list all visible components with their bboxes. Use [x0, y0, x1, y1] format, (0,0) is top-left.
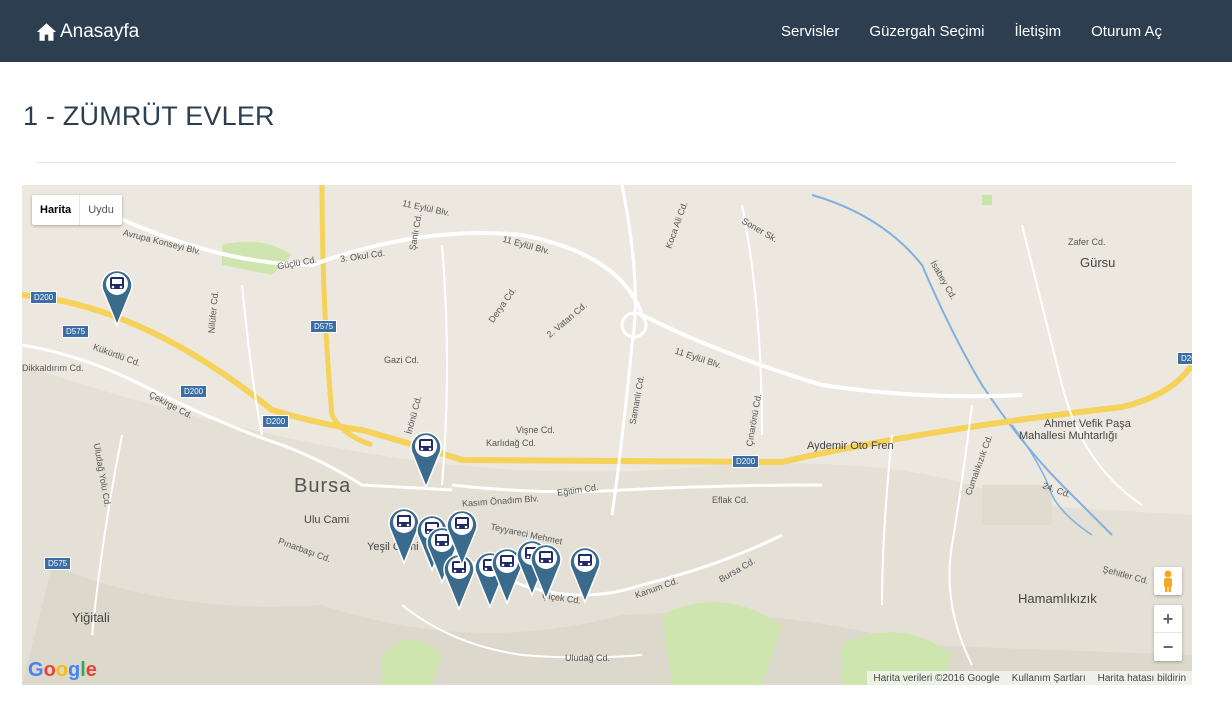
nav-iletisim[interactable]: İletişim	[1014, 23, 1061, 40]
nav-links: Servisler Güzergah Seçimi İletişim Oturu…	[751, 0, 1162, 62]
bus-icon	[419, 439, 433, 451]
bus-stop-marker[interactable]	[101, 269, 133, 327]
home-link[interactable]: Anasayfa	[36, 20, 139, 44]
attribution-data: Harita verileri ©2016 Google	[873, 672, 1000, 684]
zoom-in-button[interactable]: +	[1154, 605, 1182, 633]
bus-icon	[539, 551, 553, 563]
bus-icon	[110, 277, 124, 289]
nav-servisler[interactable]: Servisler	[781, 23, 839, 40]
bus-stop-marker[interactable]	[569, 546, 601, 604]
nav-oturum-ac[interactable]: Oturum Aç	[1091, 23, 1162, 40]
report-error-link[interactable]: Harita hatası bildirin	[1098, 673, 1186, 684]
bus-icon	[455, 517, 469, 529]
bus-icon	[452, 561, 466, 573]
bus-icon	[397, 515, 411, 527]
nav-guzergah-secimi[interactable]: Güzergah Seçimi	[869, 23, 984, 40]
home-icon	[36, 23, 57, 41]
bus-stop-marker[interactable]	[388, 507, 420, 565]
google-logo: Google	[28, 659, 97, 681]
street-view-pegman-icon[interactable]	[1154, 567, 1182, 595]
map-attribution: Harita verileri ©2016 Google Kullanım Şa…	[867, 671, 1192, 685]
brand-label: Anasayfa	[60, 21, 140, 42]
markers-layer	[101, 269, 601, 611]
map-type-harita-button[interactable]: Harita	[32, 195, 81, 225]
navbar: Anasayfa Servisler Güzergah Seçimi İleti…	[0, 0, 1232, 62]
bus-stop-marker[interactable]	[410, 431, 442, 489]
bus-icon	[435, 534, 449, 546]
terms-link[interactable]: Kullanım Şartları	[1012, 673, 1086, 684]
bus-icon	[578, 554, 592, 566]
map-type-control: Harita Uydu	[32, 195, 122, 225]
zoom-out-button[interactable]: −	[1154, 633, 1182, 661]
bus-icon	[500, 555, 514, 567]
zoom-control: + −	[1154, 605, 1182, 661]
divider	[36, 162, 1176, 163]
page-title: 1 - ZÜMRÜT EVLER	[23, 101, 275, 131]
bus-stop-marker[interactable]	[443, 553, 475, 611]
bus-stop-marker[interactable]	[530, 543, 562, 601]
route-map[interactable]: D200 D575 D200 D200 D575 D200 D200 D575 …	[22, 185, 1192, 685]
map-type-uydu-button[interactable]: Uydu	[80, 195, 122, 225]
